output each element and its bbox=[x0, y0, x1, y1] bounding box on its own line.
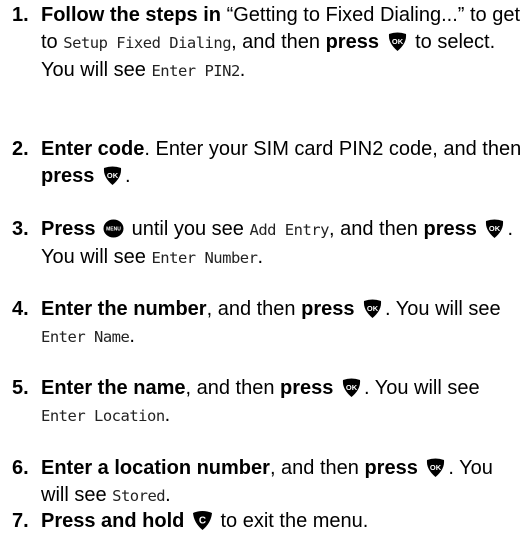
step-text-part: , and then bbox=[206, 298, 302, 320]
ok-key-icon: OK bbox=[102, 165, 123, 186]
step-text-part: , and then bbox=[231, 31, 326, 53]
ok-key-icon: OK bbox=[341, 377, 362, 398]
step-text-part: . bbox=[165, 484, 171, 506]
step-number: 2. bbox=[12, 138, 29, 160]
ok-key-icon: OK bbox=[387, 31, 408, 52]
menu-key-icon: MENU bbox=[103, 218, 124, 239]
step-text-part: , and then bbox=[328, 218, 424, 240]
step-text: Follow the steps in “Getting to Fixed Di… bbox=[41, 2, 523, 85]
step-text-part: . bbox=[129, 325, 135, 347]
ok-key-icon: OK bbox=[362, 298, 383, 319]
step-action: Follow the steps in bbox=[41, 4, 222, 26]
step-number: 3. bbox=[12, 218, 29, 240]
instruction-page: 1. Follow the steps in “Getting to Fixed… bbox=[0, 0, 532, 539]
step-text-part: , and then bbox=[269, 457, 365, 479]
display-text: Enter Name bbox=[41, 328, 130, 346]
svg-text:OK: OK bbox=[489, 224, 501, 233]
svg-text:C: C bbox=[199, 516, 206, 527]
display-text: Enter Location bbox=[41, 407, 165, 425]
step-number: 5. bbox=[12, 377, 29, 399]
ok-key-icon: OK bbox=[484, 218, 505, 239]
step-action: Enter the number bbox=[41, 298, 207, 320]
step-text-part: , and then bbox=[185, 377, 281, 399]
step-action: Enter code bbox=[41, 138, 145, 160]
step-text: Press MENU until you see Add Entry, and … bbox=[41, 216, 523, 272]
step-text-part: . You will see bbox=[385, 298, 501, 320]
step-text-part: . bbox=[164, 404, 171, 426]
step-number: 7. bbox=[12, 510, 29, 532]
step-text-part: . bbox=[239, 59, 246, 81]
step-text-part: . You will see bbox=[363, 377, 480, 399]
step-number: 6. bbox=[12, 457, 29, 479]
step-action: press bbox=[423, 218, 477, 240]
svg-text:OK: OK bbox=[391, 37, 403, 46]
display-text: Stored bbox=[112, 487, 166, 505]
step-text: Enter code. Enter your SIM card PIN2 cod… bbox=[41, 136, 523, 190]
step-text-part: to exit the menu. bbox=[214, 510, 369, 532]
step-text: Enter the name, and then press OK . You w… bbox=[41, 375, 523, 430]
svg-text:OK: OK bbox=[367, 304, 379, 313]
step-action: press bbox=[41, 165, 95, 187]
step-text: Press and hold C to exit the menu. bbox=[41, 508, 523, 535]
display-text: Enter Number bbox=[151, 249, 258, 267]
step-text-part: . bbox=[257, 246, 263, 268]
display-text: Enter PIN2 bbox=[151, 62, 240, 80]
ok-key-icon: OK bbox=[425, 457, 446, 478]
step-action: Enter a location number bbox=[41, 457, 270, 479]
step-action: press bbox=[325, 31, 379, 53]
step-text: Enter the number, and then press OK . You… bbox=[41, 296, 523, 351]
step-text: Enter a location number, and then press … bbox=[41, 455, 523, 510]
step-action: Enter the name bbox=[41, 377, 186, 399]
step-action: press bbox=[280, 377, 334, 399]
step-action: press bbox=[364, 457, 418, 479]
step-action: Press bbox=[41, 218, 96, 240]
step-number: 4. bbox=[12, 298, 29, 320]
svg-text:OK: OK bbox=[107, 171, 119, 180]
step-text-part: until you see bbox=[126, 218, 250, 240]
svg-text:OK: OK bbox=[346, 383, 358, 392]
step-number: 1. bbox=[12, 4, 29, 26]
display-text: Setup Fixed Dialing bbox=[63, 34, 232, 52]
display-text: Add Entry bbox=[249, 221, 329, 239]
step-action: press bbox=[301, 298, 355, 320]
svg-text:MENU: MENU bbox=[106, 226, 121, 232]
svg-text:OK: OK bbox=[430, 463, 442, 472]
clear-key-icon: C bbox=[192, 510, 213, 531]
step-text-part: . bbox=[124, 165, 131, 187]
step-action: Press and hold bbox=[41, 510, 185, 532]
step-text-part: . Enter your SIM card PIN2 code, and the… bbox=[144, 138, 522, 160]
